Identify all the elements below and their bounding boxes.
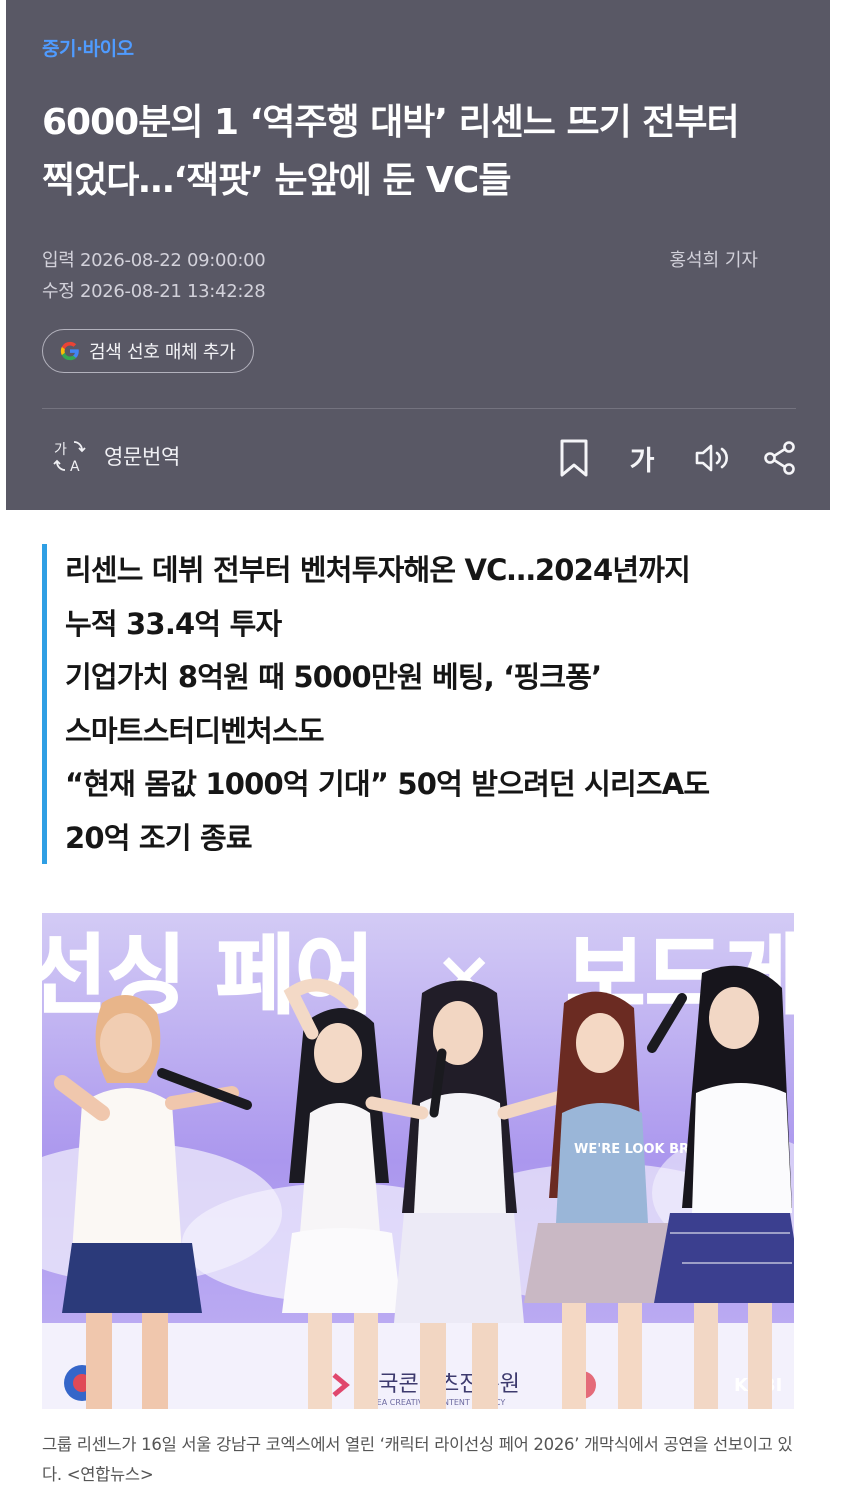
svg-text:A: A [70,459,80,475]
svg-text:가: 가 [54,442,67,458]
summary-line: 누적 33.4억 투자 [65,606,282,641]
font-size-button[interactable]: 가 [622,436,662,480]
google-preferred-source-button[interactable]: 검색 선호 매체 추가 [42,329,255,373]
toolbar-divider [42,408,796,409]
summary-line: 리센느 데뷔 전부터 벤처투자해온 VC…2024년까지 [65,553,691,587]
google-icon [60,341,79,361]
translate-label: 영문번역 [104,445,181,469]
bookmark-button[interactable] [554,436,594,480]
section-link[interactable]: 중기·바이오 [42,34,134,61]
banner-text-left: 선싱 페어 [42,926,374,1026]
photo-caption: 그룹 리센느가 16일 서울 강남구 코엑스에서 열린 ‘캐릭터 라이선싱 페어… [42,1435,793,1484]
share-icon [764,441,795,475]
translate-icon: 가 A [53,441,86,475]
google-button-label: 검색 선호 매체 추가 [89,342,236,363]
article-photo[interactable]: 선싱 페어 × 보드게 한국콘텐츠진흥원 KOREA CREATIVE CONT… [42,913,794,1409]
stage-performance-image: 선싱 페어 × 보드게 한국콘텐츠진흥원 KOREA CREATIVE CONT… [42,913,794,1409]
article-header: 중기·바이오 6000분의 1 ‘역주행 대박’ 리센느 뜨기 전부터 찍었다…… [6,0,830,510]
share-button[interactable] [760,436,800,480]
summary-line: 스마트스터디벤처스도 [65,713,325,748]
input-timestamp: 입력 2026-08-22 09:00:00 [42,250,266,271]
headline: 6000분의 1 ‘역주행 대박’ 리센느 뜨기 전부터 찍었다…‘잭팟’ 눈앞… [42,94,802,210]
headline-line: 찍었다…‘잭팟’ 눈앞에 둔 VC들 [42,160,511,201]
translate-button[interactable]: 가 A 영문번역 [50,436,180,476]
summary-line: “현재 몸값 1000억 기대” 50억 받으려던 시리즈A도 [65,767,710,801]
article-summary: 리센느 데뷔 전부터 벤처투자해온 VC…2024년까지 누적 33.4억 투자… [42,544,802,864]
headline-line: 6000분의 1 ‘역주행 대박’ 리센느 뜨기 전부터 [42,102,740,143]
edit-timestamp: 수정 2026-08-21 13:42:28 [42,281,266,302]
bookmark-icon [560,439,588,477]
reporter-name[interactable]: 홍석희 기자 [669,246,758,272]
shirt-text: WE'RE LOOK BR [574,1142,689,1157]
audio-button[interactable] [692,436,732,480]
summary-line: 20억 조기 종료 [65,820,253,855]
speaker-icon [695,444,728,472]
summary-line: 기업가치 8억원 때 5000만원 베팅, ‘핑크퐁’ [65,660,602,694]
